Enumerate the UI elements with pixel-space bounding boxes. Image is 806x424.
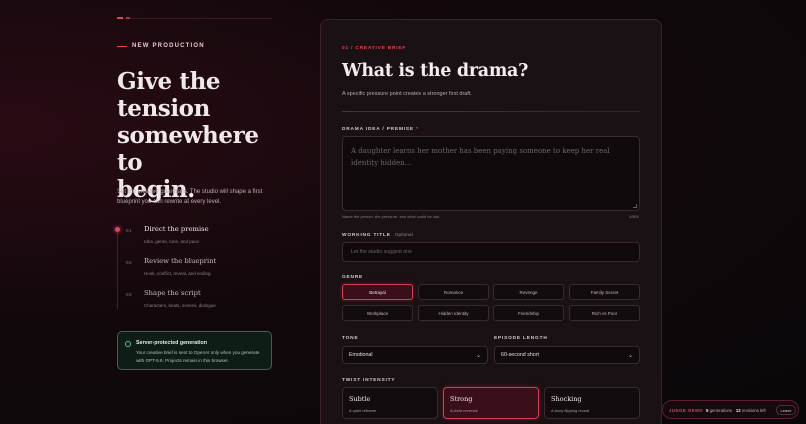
shield-icon [125, 341, 131, 347]
chevron-down-icon: ⌄ [627, 353, 633, 359]
premise-hint: Name the person, the pressure, and what … [342, 214, 441, 219]
character-count: 0/800 [628, 214, 639, 219]
section-kicker: 01 / CREATIVE BRIEF [342, 46, 407, 51]
divider [342, 111, 640, 112]
genre-chip-family-secret[interactable]: Family Secret [569, 284, 640, 300]
premise-textarea[interactable]: A daughter learns her mother has been pa… [342, 136, 640, 211]
demo-label: JUDGE DEMO [669, 408, 704, 413]
title-label: WORKING TITLE Optional [342, 233, 413, 238]
step-rail [117, 231, 118, 309]
tone-label: TONE [342, 336, 359, 341]
creative-brief-card: 01 / CREATIVE BRIEF What is the drama? A… [320, 19, 662, 424]
judge-demo-banner: JUDGE DEMO 5 generations · 12 revisions … [662, 400, 799, 419]
genre-chip-rich-vs-poor[interactable]: Rich vs Poor [569, 305, 640, 321]
active-step-dot [115, 227, 120, 232]
tone-select[interactable]: Emotional ⌄ [342, 346, 488, 364]
intensity-option-strong[interactable]: Strong A clear reversal [443, 387, 539, 419]
hero-description: Set the creative guardrails. The studio … [117, 189, 263, 205]
episode-length-select[interactable]: 60-second short ⌄ [494, 346, 640, 364]
working-title-input[interactable]: Let the studio suggest one [342, 242, 640, 262]
genre-chip-romance[interactable]: Romance [418, 284, 489, 300]
genre-label: GENRE [342, 275, 364, 280]
eyebrow: NEW PRODUCTION [117, 43, 205, 49]
usage-remaining: 5 generations · 12 revisions left [706, 407, 766, 413]
leave-demo-button[interactable]: Leave [776, 405, 796, 415]
genre-chip-hidden-identity[interactable]: Hidden Identity [418, 305, 489, 321]
idea-label: DRAMA IDEA / PREMISE * [342, 127, 419, 132]
step-subtitle: Idea, genre, tone, and pace [144, 239, 200, 244]
step-title: Direct the premise [144, 225, 209, 233]
genre-chip-betrayal[interactable]: Betrayal [342, 284, 413, 300]
genre-chip-friendship[interactable]: Friendship [493, 305, 564, 321]
notice-title: Server-protected generation [136, 340, 207, 346]
hero-title: Give the tension somewhere to begin. [117, 68, 259, 203]
page-title: What is the drama? [342, 61, 529, 81]
page-description: A specific pressure point creates a stro… [342, 91, 472, 97]
episode-length-label: EPISODE LENGTH [494, 336, 548, 341]
intensity-option-shocking[interactable]: Shocking A story-flipping reveal [544, 387, 640, 419]
twist-intensity-label: TWIST INTENSITY [342, 378, 396, 383]
notice-body: Your creative brief is sent to OpenAI on… [136, 350, 260, 363]
chevron-down-icon: ⌄ [475, 353, 481, 359]
progress-segment-active [117, 17, 123, 19]
step-title: Review the blueprint [144, 257, 217, 265]
eyebrow-text: NEW PRODUCTION [132, 43, 205, 49]
step-subtitle: Characters, beats, scenes, dialogue [144, 303, 216, 308]
step-subtitle: Hook, conflict, reveal, and ending [144, 271, 211, 276]
genre-chip-revenge[interactable]: Revenge [493, 284, 564, 300]
server-protected-notice: Server-protected generation Your creativ… [117, 331, 272, 370]
genre-chip-workplace[interactable]: Workplace [342, 305, 413, 321]
intensity-option-subtle[interactable]: Subtle A quiet reframe [342, 387, 438, 419]
resize-handle[interactable] [633, 204, 637, 208]
step-title: Shape the script [144, 289, 201, 297]
progress-segment [126, 17, 130, 19]
progress-indicator [117, 17, 272, 19]
